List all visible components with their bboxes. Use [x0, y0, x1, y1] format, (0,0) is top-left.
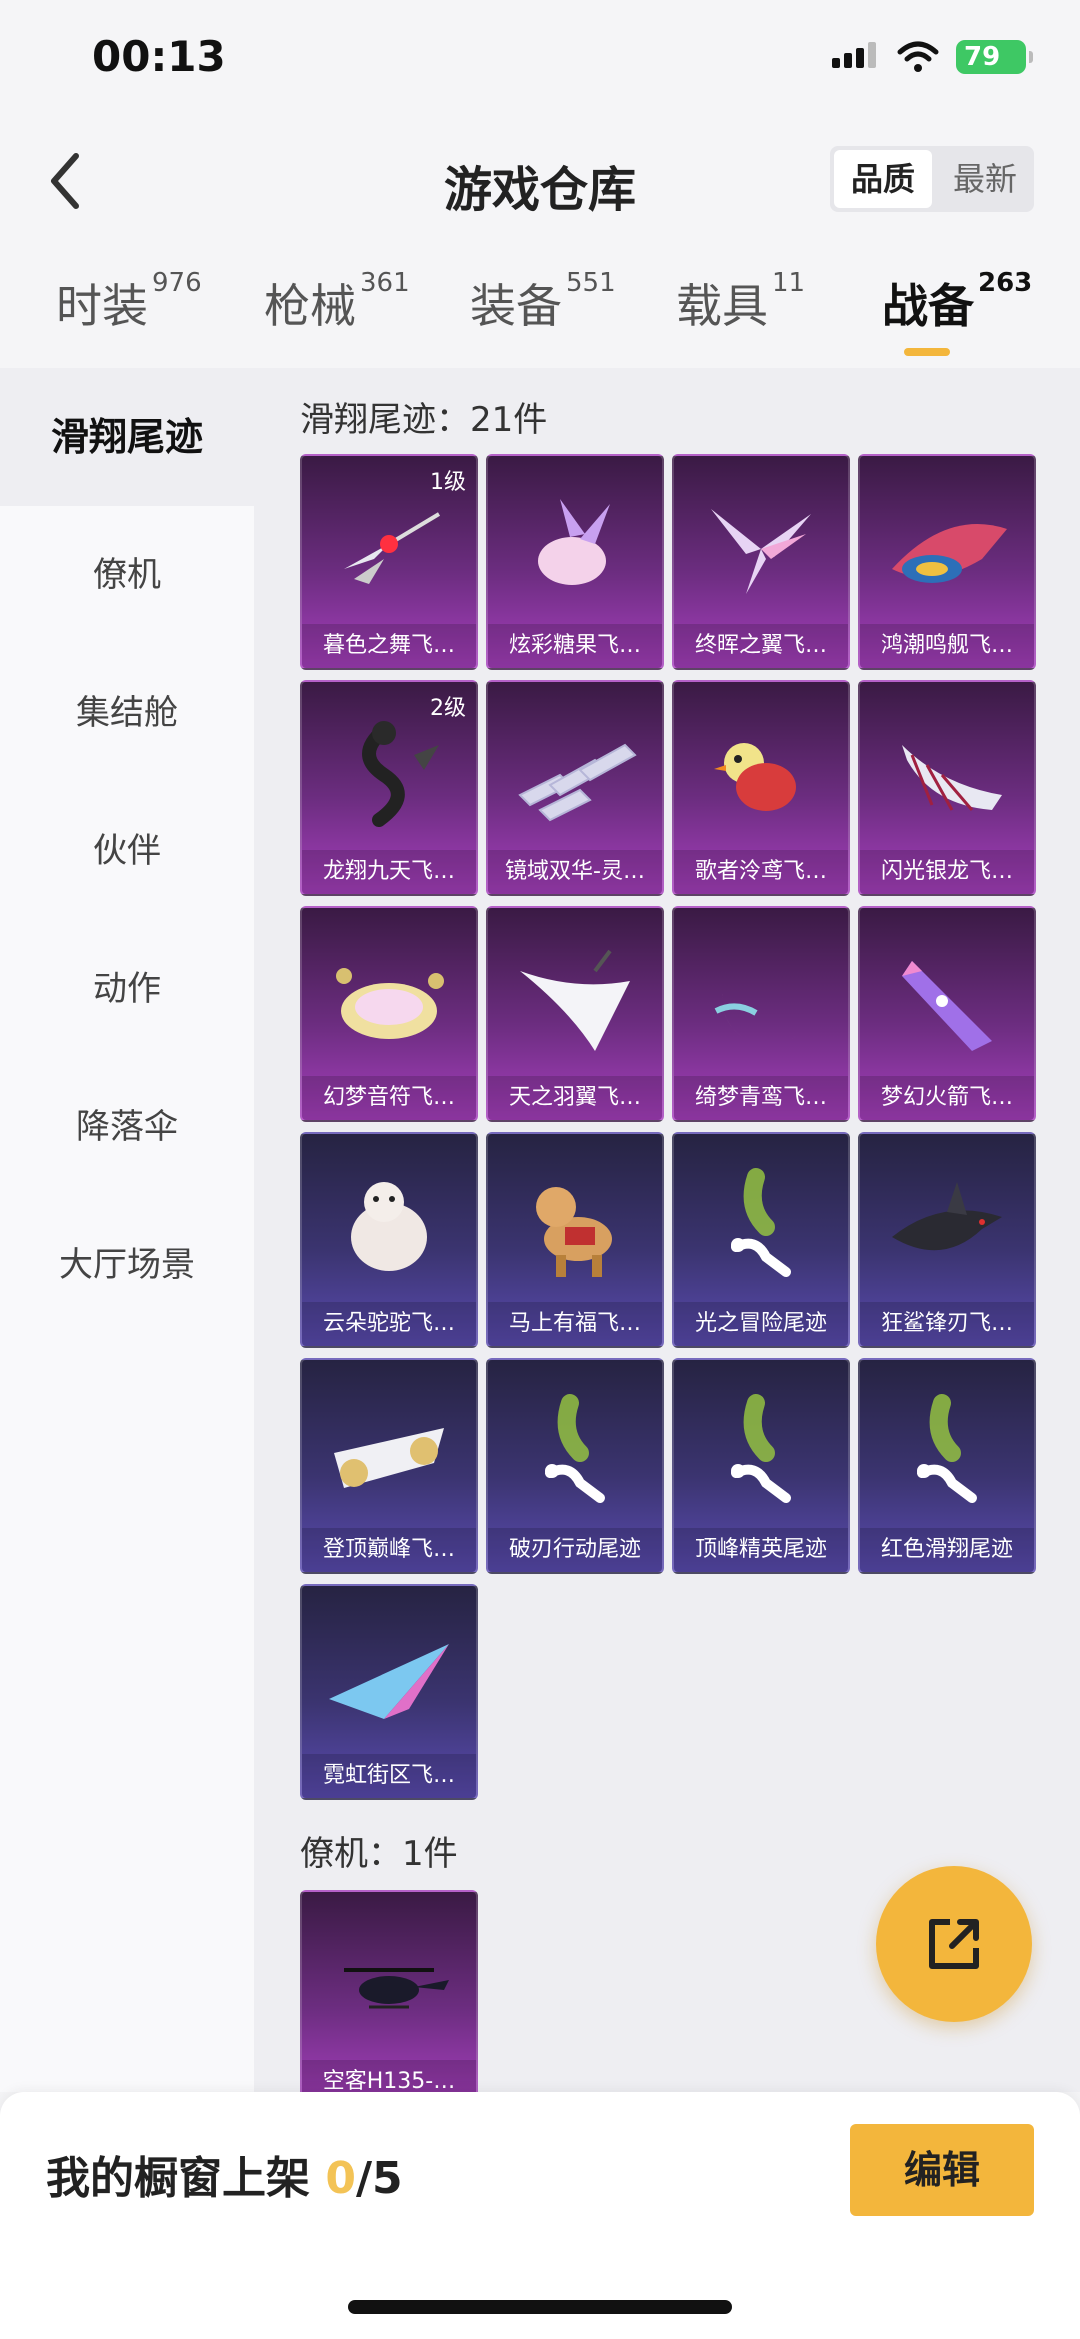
item-name: 狂鲨锋刃飞…: [860, 1302, 1034, 1346]
item-name: 镜域双华-灵…: [488, 850, 662, 894]
jet-icon: [302, 1388, 476, 1518]
status-bar: 00:13 79: [0, 0, 1080, 120]
item-name: 云朵驼驼飞…: [302, 1302, 476, 1346]
candy-icon: [488, 484, 662, 614]
sidebar-item-lobby-scene[interactable]: 大厅场景: [0, 1196, 254, 1334]
smoke-trail-icon: [674, 1162, 848, 1292]
active-tab-indicator: [904, 348, 950, 356]
item-card[interactable]: 闪光银龙飞…: [858, 680, 1036, 896]
category-tabs: 时装 976 枪械 361 装备 551 载具 11 战备 263: [0, 240, 1080, 368]
item-name: 绮梦青鸾飞…: [674, 1076, 848, 1120]
dagger-wings-icon: [302, 484, 476, 614]
item-name: 顶峰精英尾迹: [674, 1528, 848, 1572]
sort-option-quality[interactable]: 品质: [834, 150, 932, 208]
item-card[interactable]: 天之羽翼飞…: [486, 906, 664, 1122]
wifi-icon: [897, 41, 939, 72]
item-name: 歌者泠鸢飞…: [674, 850, 848, 894]
item-name: 炫彩糖果飞…: [488, 624, 662, 668]
item-card[interactable]: 登顶巅峰飞…: [300, 1358, 478, 1574]
silver-wing-icon: [860, 710, 1034, 840]
ship-icon: [860, 484, 1034, 614]
status-time: 00:13: [92, 32, 226, 81]
item-name: 空客H135-…: [302, 2060, 476, 2092]
item-card[interactable]: 光之冒险尾迹: [672, 1132, 850, 1348]
item-name: 幻梦音符飞…: [302, 1076, 476, 1120]
item-card[interactable]: 歌者泠鸢飞…: [672, 680, 850, 896]
battery-icon: 79: [956, 40, 1033, 74]
alpaca-icon: [302, 1162, 476, 1292]
item-content: 滑翔尾迹：21件 1级 暮色之舞飞… 炫彩糖果飞… 终晖之翼飞… 鸿潮鸣舰飞… 2级 龙翔九…: [254, 368, 1080, 2092]
bird-icon: [674, 710, 848, 840]
sidebar-item-wingman[interactable]: 僚机: [0, 506, 254, 644]
item-card[interactable]: 终晖之翼飞…: [672, 454, 850, 670]
sort-toggle[interactable]: 品质 最新: [830, 146, 1034, 212]
item-name: 破刃行动尾迹: [488, 1528, 662, 1572]
sidebar-item-parachute[interactable]: 降落伞: [0, 1058, 254, 1196]
rocket-icon: [860, 936, 1034, 1066]
sort-option-latest[interactable]: 最新: [936, 146, 1034, 212]
item-name: 霓虹街区飞…: [302, 1754, 476, 1798]
item-name: 光之冒险尾迹: [674, 1302, 848, 1346]
tab-vehicles[interactable]: 载具 11: [676, 268, 805, 336]
item-card[interactable]: 霓虹街区飞…: [300, 1584, 478, 1800]
showcase-label: 我的橱窗上架 0/5: [46, 2153, 403, 2204]
item-card[interactable]: 马上有福飞…: [486, 1132, 664, 1348]
tab-fashion[interactable]: 时装 976: [56, 268, 202, 336]
item-card[interactable]: 炫彩糖果飞…: [486, 454, 664, 670]
item-card[interactable]: 破刃行动尾迹: [486, 1358, 664, 1574]
item-name: 终晖之翼飞…: [674, 624, 848, 668]
item-card[interactable]: 空客H135-…: [300, 1890, 478, 2092]
smoke-trail-icon: [674, 1388, 848, 1518]
cellular-signal-icon: [832, 42, 876, 68]
shark-icon: [860, 1162, 1034, 1292]
section-title-wingman: 僚机：1件: [300, 1834, 458, 1874]
item-name: 龙翔九天飞…: [302, 850, 476, 894]
item-card[interactable]: 镜域双华-灵…: [486, 680, 664, 896]
smoke-trail-icon: [488, 1388, 662, 1518]
moon-icon: [674, 936, 848, 1066]
sidebar-item-emote[interactable]: 动作: [0, 920, 254, 1058]
tab-equipment[interactable]: 装备 551: [470, 268, 616, 336]
item-card[interactable]: 2级 龙翔九天飞…: [300, 680, 478, 896]
tab-combat-gear[interactable]: 战备 263: [882, 268, 1032, 336]
item-name: 登顶巅峰飞…: [302, 1528, 476, 1572]
glide-trail-grid: 1级 暮色之舞飞… 炫彩糖果飞… 终晖之翼飞… 鸿潮鸣舰飞… 2级 龙翔九天飞… 镜域双华-灵…: [300, 454, 1080, 1800]
item-name: 鸿潮鸣舰飞…: [860, 624, 1034, 668]
item-card[interactable]: 绮梦青鸾飞…: [672, 906, 850, 1122]
item-card[interactable]: 红色滑翔尾迹: [858, 1358, 1036, 1574]
smoke-trail-icon: [860, 1388, 1034, 1518]
tab-weapons[interactable]: 枪械 361: [264, 268, 410, 336]
sidebar-item-assembly-pod[interactable]: 集结舱: [0, 644, 254, 782]
item-card[interactable]: 1级 暮色之舞飞…: [300, 454, 478, 670]
feather-wing-icon: [488, 936, 662, 1066]
sidebar-item-partner[interactable]: 伙伴: [0, 782, 254, 920]
home-indicator[interactable]: [348, 2300, 732, 2314]
dragon-icon: [302, 710, 476, 840]
item-name: 暮色之舞飞…: [302, 624, 476, 668]
item-card[interactable]: 云朵驼驼飞…: [300, 1132, 478, 1348]
sidebar-item-glide-trail[interactable]: 滑翔尾迹: [0, 368, 254, 506]
disc-icon: [302, 936, 476, 1066]
section-title-glide-trail: 滑翔尾迹：21件: [300, 400, 548, 440]
sidebar: 滑翔尾迹 僚机 集结舱 伙伴 动作 降落伞 大厅场景: [0, 368, 254, 2092]
share-icon: [929, 1919, 979, 1969]
header: 游戏仓库 品质 最新: [0, 120, 1080, 240]
item-name: 红色滑翔尾迹: [860, 1528, 1034, 1572]
item-card[interactable]: 幻梦音符飞…: [300, 906, 478, 1122]
item-card[interactable]: 顶峰精英尾迹: [672, 1358, 850, 1574]
paper-plane-icon: [302, 1614, 476, 1744]
item-card[interactable]: 狂鲨锋刃飞…: [858, 1132, 1036, 1348]
crystal-icon: [488, 710, 662, 840]
horse-icon: [488, 1162, 662, 1292]
item-card[interactable]: 梦幻火箭飞…: [858, 906, 1036, 1122]
item-name: 马上有福飞…: [488, 1302, 662, 1346]
edit-button[interactable]: 编辑: [850, 2124, 1034, 2216]
item-name: 梦幻火箭飞…: [860, 1076, 1034, 1120]
wing-icon: [674, 484, 848, 614]
item-name: 天之羽翼飞…: [488, 1076, 662, 1120]
item-name: 闪光银龙飞…: [860, 850, 1034, 894]
item-card[interactable]: 鸿潮鸣舰飞…: [858, 454, 1036, 670]
share-button[interactable]: [876, 1866, 1032, 2022]
helicopter-icon: [302, 1920, 476, 2050]
